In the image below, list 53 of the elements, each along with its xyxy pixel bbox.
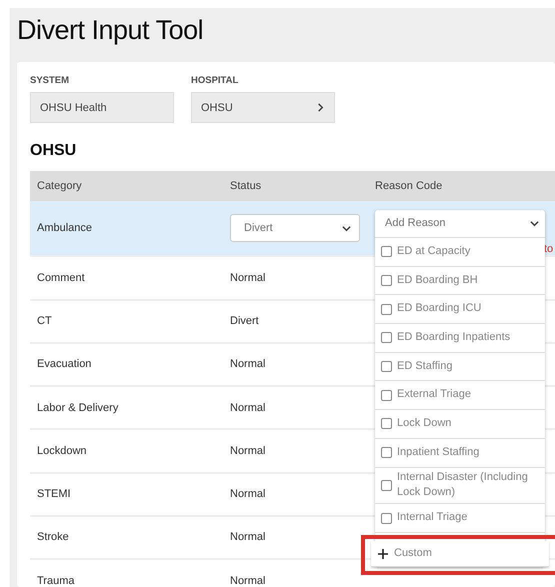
column-header: Reason Code [375, 179, 444, 194]
checkbox[interactable] [381, 332, 392, 344]
error-text: to [544, 242, 554, 257]
caret-icon [342, 224, 351, 233]
table-cell: Normal [230, 402, 266, 414]
table-cell: Normal [230, 531, 266, 544]
table-cell: Normal [230, 444, 266, 457]
column-header: Category [36, 179, 83, 194]
dropdown-option[interactable]: ED Boarding BH [375, 266, 545, 296]
dropdown-option[interactable]: Lock Down [375, 410, 545, 439]
dropdown-option[interactable]: ED at Capacity [375, 238, 545, 267]
table-cell: Normal [230, 272, 266, 284]
system-field: OHSU Health [30, 92, 174, 124]
plus-icon [377, 548, 389, 560]
checkbox[interactable] [381, 480, 392, 491]
checkbox[interactable] [381, 304, 392, 315]
checkbox[interactable] [381, 275, 392, 286]
checkbox[interactable] [381, 447, 392, 458]
hospital-select[interactable]: OHSU [191, 92, 335, 124]
table-cell-text: STEMI [36, 487, 72, 502]
dropdown-option[interactable]: Inpatient Staffing [375, 438, 545, 468]
dropdown-option[interactable]: Internal Disaster (Including Lock Down) [375, 468, 545, 504]
checkbox[interactable] [381, 361, 392, 372]
dropdown-option[interactable]: ED Boarding Inpatients [375, 324, 545, 353]
table-cell-text: Evacuation [36, 357, 92, 372]
table-cell-text: Stroke [36, 530, 70, 546]
table-cell-text: CT [36, 314, 53, 329]
column-header: Status [230, 179, 262, 194]
checkbox[interactable] [381, 512, 392, 524]
field-label: SYSTEM [30, 74, 70, 88]
dropdown-option[interactable]: External Triage [375, 381, 545, 410]
table-cell: Normal [230, 358, 266, 370]
dropdown-option[interactable]: ED Boarding ICU [375, 295, 545, 324]
dropdown-option[interactable]: Internal Triage [375, 504, 545, 534]
table-cell: Divert [230, 314, 259, 327]
caret-icon [530, 219, 539, 228]
table-cell: Normal [230, 488, 266, 500]
table-cell-text: Ambulance [36, 221, 94, 236]
table-cell-text: Trauma [36, 574, 76, 587]
page-title: Divert Input Tool [17, 14, 204, 47]
table-cell-text: Lockdown [36, 444, 88, 459]
checkbox[interactable] [381, 418, 392, 430]
field-label: HOSPITAL [191, 74, 240, 88]
checkbox[interactable] [381, 246, 392, 258]
checkbox[interactable] [381, 390, 392, 401]
table-cell-text: Labor & Delivery [36, 400, 120, 416]
table-cell: Normal [230, 574, 266, 587]
custom-option[interactable]: Custom [371, 541, 549, 568]
section-title: OHSU [30, 141, 78, 162]
table-cell-text: Comment [36, 270, 86, 286]
status-select[interactable]: Divert [230, 214, 360, 242]
chevron-icon [316, 103, 325, 112]
dropdown-option[interactable]: ED Staffing [375, 352, 545, 382]
